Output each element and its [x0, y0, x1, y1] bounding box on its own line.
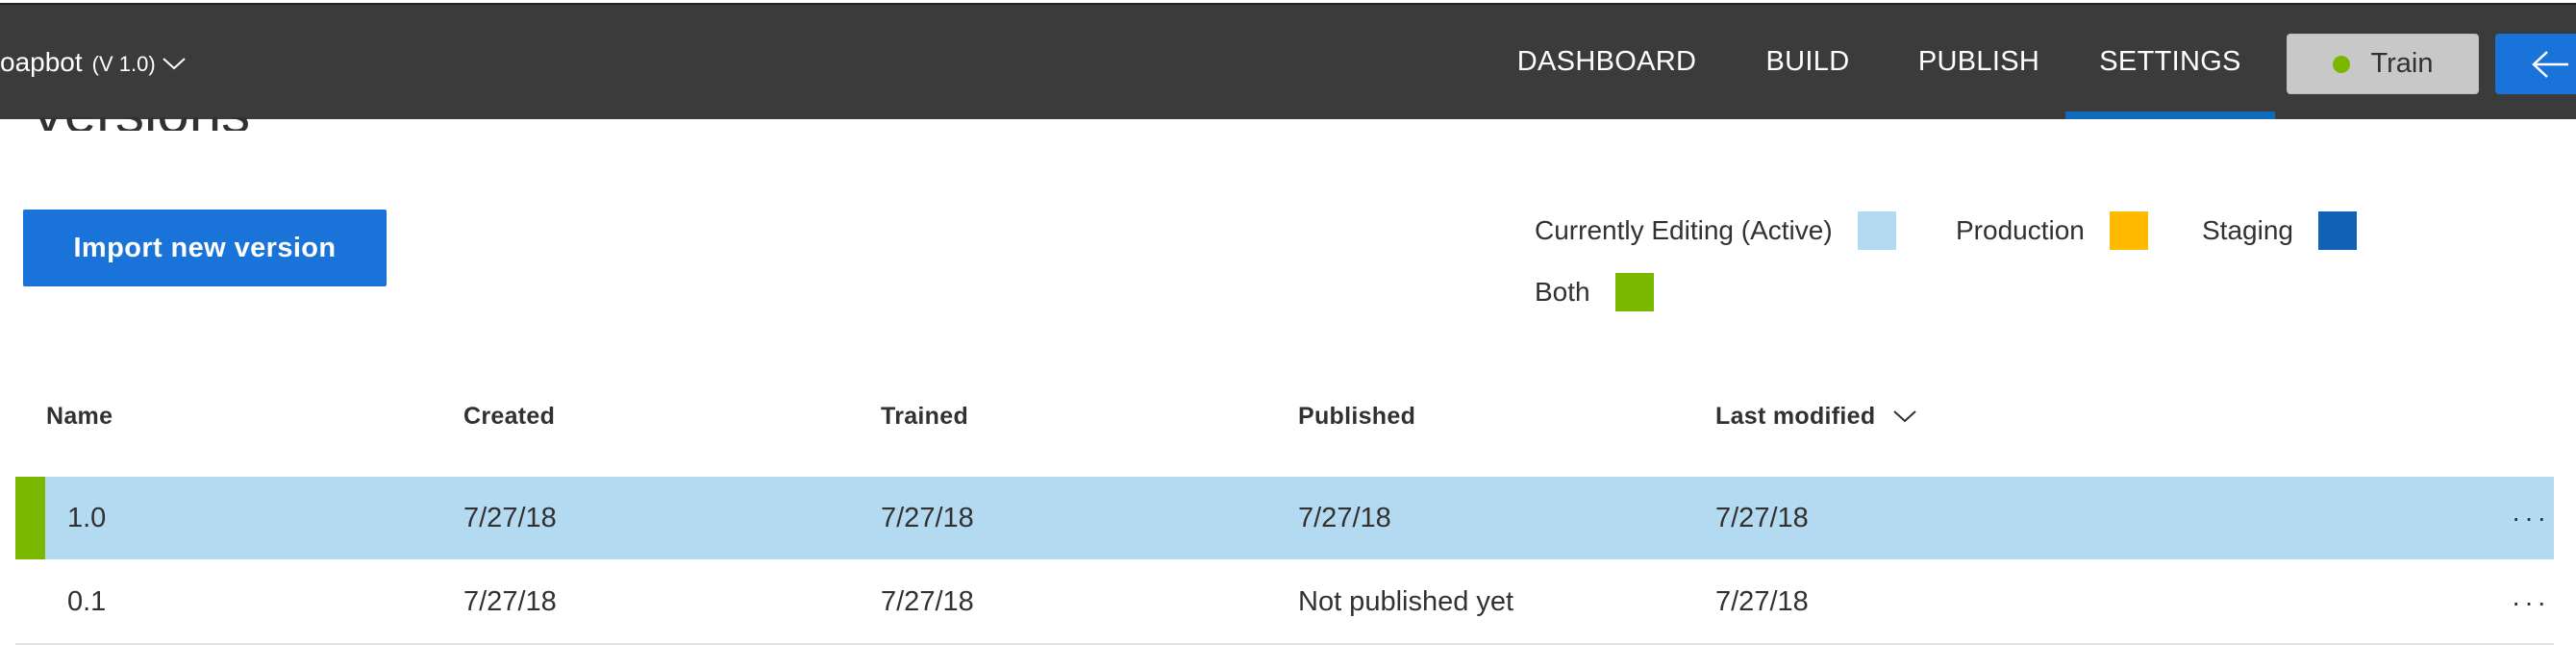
cell-created: 7/27/18 [463, 502, 557, 533]
column-header-label: Published [1298, 402, 1416, 430]
cell-created: 7/27/18 [463, 586, 557, 617]
page-title: Versions [29, 117, 250, 131]
cell-trained: 7/27/18 [881, 586, 974, 617]
legend-item-production: Production [1956, 211, 2148, 250]
row-state-marker [15, 477, 45, 559]
legend-label: Staging [2202, 215, 2293, 245]
column-header-trained[interactable]: Trained [881, 380, 968, 453]
cell-published: Not published yet [1298, 586, 1514, 617]
cell-published: 7/27/18 [1298, 502, 1391, 533]
import-new-version-button[interactable]: Import new version [23, 210, 387, 286]
tab-dashboard[interactable]: DASHBOARD [1506, 5, 1708, 118]
column-header-label: Name [46, 402, 113, 430]
train-label: Train [2370, 48, 2434, 79]
legend-label: Both [1535, 277, 1590, 307]
page-title-text: Versions [29, 117, 250, 131]
more-options-icon[interactable]: ··· [2512, 477, 2550, 559]
app-name: oapbot [0, 47, 83, 77]
column-header-created[interactable]: Created [463, 380, 555, 453]
cell-name: 0.1 [67, 586, 107, 617]
legend-item-staging: Staging [2202, 211, 2357, 250]
arrow-left-icon [2532, 50, 2568, 78]
chevron-down-icon [162, 58, 186, 70]
back-button[interactable] [2495, 34, 2576, 94]
column-header-published[interactable]: Published [1298, 380, 1415, 453]
train-status-dot [2332, 55, 2350, 73]
app-version-selector[interactable]: oapbot (V 1.0) [0, 47, 187, 78]
column-header-last-modified[interactable]: Last modified [1715, 380, 1917, 453]
legend-item-both: Both [1535, 273, 1654, 311]
cell-name: 1.0 [67, 502, 107, 533]
tab-publish[interactable]: PUBLISH [1906, 5, 2052, 118]
tab-publish-label: PUBLISH [1917, 45, 2040, 77]
tab-build-label: BUILD [1765, 45, 1850, 77]
column-header-name[interactable]: Name [46, 380, 113, 453]
tab-settings[interactable]: SETTINGS [2065, 5, 2275, 119]
column-header-label: Last modified [1715, 402, 1876, 430]
legend-swatch-production [2109, 211, 2148, 250]
app-version: (V 1.0) [91, 52, 156, 76]
legend-swatch-active [1857, 211, 1896, 250]
import-button-label: Import new version [73, 232, 337, 263]
legend-swatch-both [1614, 273, 1654, 311]
legend-item-active: Currently Editing (Active) [1535, 211, 1896, 250]
tab-settings-label: SETTINGS [2099, 45, 2241, 77]
train-button[interactable]: Train [2287, 34, 2479, 94]
column-header-label: Trained [881, 402, 969, 430]
sort-descending-icon [1893, 410, 1917, 423]
legend-label: Currently Editing (Active) [1535, 215, 1833, 245]
legend-swatch-staging [2317, 211, 2357, 250]
more-options-icon[interactable]: ··· [2512, 561, 2550, 643]
legend-label: Production [1956, 215, 2085, 245]
tab-build[interactable]: BUILD [1750, 5, 1865, 118]
table-row[interactable]: 0.1 7/27/18 7/27/18 Not published yet 7/… [15, 561, 2554, 645]
top-nav-bar: oapbot (V 1.0) DASHBOARD BUILD PUBLISH S… [0, 3, 2576, 119]
tab-dashboard-label: DASHBOARD [1516, 45, 1697, 77]
column-header-label: Created [463, 402, 556, 430]
table-row[interactable]: 1.0 7/27/18 7/27/18 7/27/18 7/27/18 ··· [15, 477, 2554, 559]
cell-last-modified: 7/27/18 [1715, 586, 1809, 617]
cell-last-modified: 7/27/18 [1715, 502, 1809, 533]
cell-trained: 7/27/18 [881, 502, 974, 533]
